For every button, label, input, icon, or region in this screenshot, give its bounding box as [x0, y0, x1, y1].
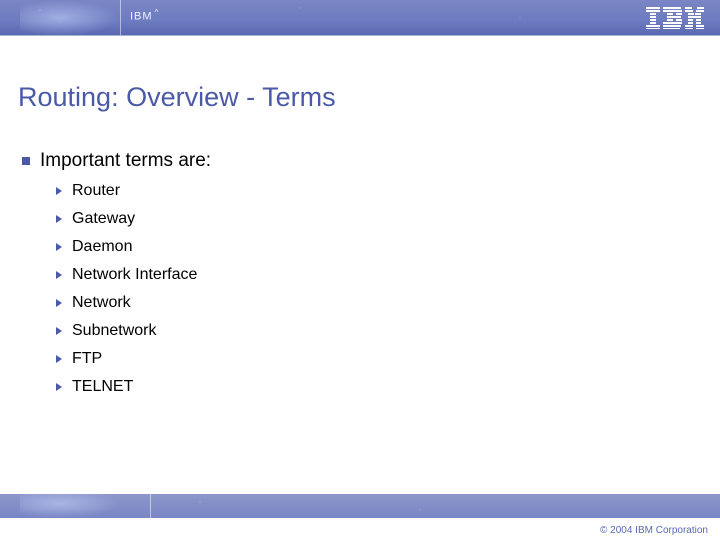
- list-item: Gateway: [56, 210, 211, 228]
- list-item: Subnetwork: [56, 322, 211, 340]
- caret-icon: ^: [155, 8, 160, 17]
- term-text: FTP: [72, 350, 102, 368]
- list-item: Daemon: [56, 238, 211, 256]
- list-item: TELNET: [56, 378, 211, 396]
- triangle-bullet-icon: [56, 215, 62, 223]
- term-text: Subnetwork: [72, 322, 157, 340]
- ibm-small-text: IBM: [130, 11, 153, 23]
- triangle-bullet-icon: [56, 187, 62, 195]
- list-item: Network: [56, 294, 211, 312]
- ibm-eserver-label: IBM^: [130, 8, 159, 23]
- list-item: FTP: [56, 350, 211, 368]
- slide: IBM^: [0, 0, 720, 540]
- triangle-bullet-icon: [56, 271, 62, 279]
- top-banner: IBM^: [0, 0, 720, 36]
- term-text: Gateway: [72, 210, 135, 228]
- triangle-bullet-icon: [56, 383, 62, 391]
- triangle-bullet-icon: [56, 299, 62, 307]
- list-item: Network Interface: [56, 266, 211, 284]
- term-text: Router: [72, 182, 120, 200]
- banner-globe-graphic: [20, 0, 120, 36]
- banner-globe-graphic: [20, 494, 120, 518]
- triangle-bullet-icon: [56, 355, 62, 363]
- bullet-level1: Important terms are:: [22, 150, 211, 172]
- copyright-text: © 2004 IBM Corporation: [600, 525, 708, 536]
- list-item: Router: [56, 182, 211, 200]
- ibm-logo-icon: [646, 7, 704, 29]
- term-text: Daemon: [72, 238, 132, 256]
- square-bullet-icon: [22, 157, 30, 165]
- term-text: Network: [72, 294, 131, 312]
- bottom-banner: [0, 494, 720, 518]
- bullet-heading-text: Important terms are:: [40, 150, 211, 172]
- triangle-bullet-icon: [56, 327, 62, 335]
- terms-list: Router Gateway Daemon Network Interface …: [56, 182, 211, 396]
- banner-divider: [150, 494, 151, 518]
- triangle-bullet-icon: [56, 243, 62, 251]
- term-text: Network Interface: [72, 266, 197, 284]
- term-text: TELNET: [72, 378, 133, 396]
- banner-divider: [120, 0, 121, 36]
- slide-title: Routing: Overview - Terms: [18, 82, 336, 113]
- slide-content: Important terms are: Router Gateway Daem…: [22, 150, 211, 406]
